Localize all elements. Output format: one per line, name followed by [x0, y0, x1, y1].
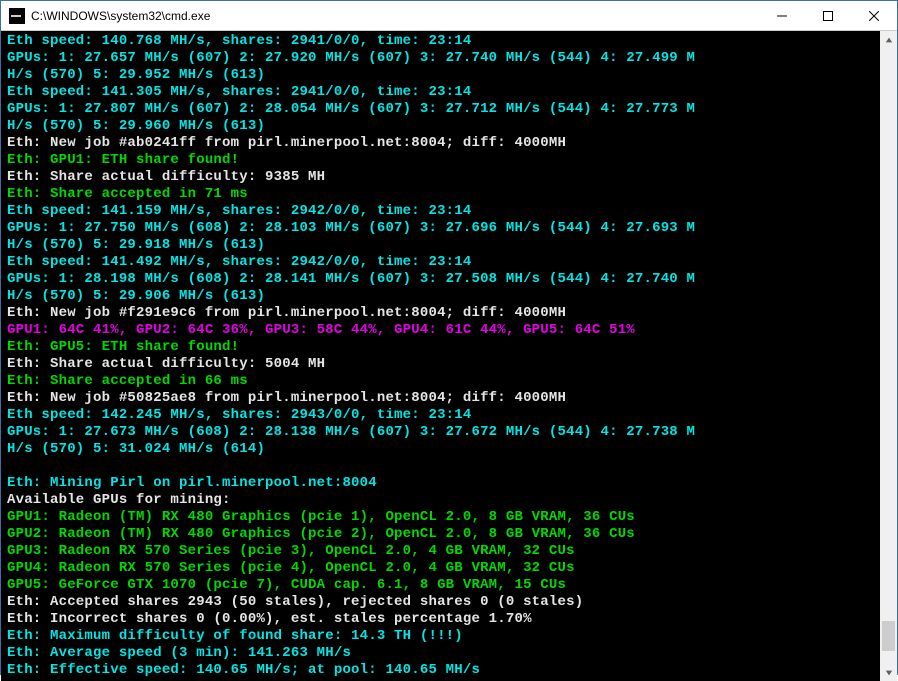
console-line: Eth: New job #f291e9c6 from pirl.minerpo… [7, 305, 874, 322]
console-line: Eth speed: 141.305 MH/s, shares: 2941/0/… [7, 84, 874, 101]
console-line: Eth: Mining Pirl on pirl.minerpool.net:8… [7, 475, 874, 492]
console-line: Eth: Accepted shares 2943 (50 stales), r… [7, 594, 874, 611]
console-line: Eth: GPU1: ETH share found! [7, 152, 874, 169]
console-line: GPUs: 1: 28.198 MH/s (608) 2: 28.141 MH/… [7, 271, 874, 288]
console-line: Eth: Average speed (3 min): 141.263 MH/s [7, 645, 874, 662]
console-line: Eth: Effective speed: 140.65 MH/s; at po… [7, 662, 874, 679]
console-line: GPU4: Radeon RX 570 Series (pcie 4), Ope… [7, 560, 874, 577]
console-line: H/s (570) 5: 29.918 MH/s (613) [7, 237, 874, 254]
vertical-scrollbar[interactable] [880, 31, 897, 681]
console-line: GPU1: 64C 41%, GPU2: 64C 36%, GPU3: 58C … [7, 322, 874, 339]
console-line: Eth: Maximum difficulty of found share: … [7, 628, 874, 645]
console-line [7, 458, 874, 475]
console-line: Eth: New job #ab0241ff from pirl.minerpo… [7, 135, 874, 152]
console-line: Eth speed: 141.159 MH/s, shares: 2942/0/… [7, 203, 874, 220]
console-line: Eth: GPU5: ETH share found! [7, 339, 874, 356]
console-line: GPU5: GeForce GTX 1070 (pcie 7), CUDA ca… [7, 577, 874, 594]
cmd-window: C:\WINDOWS\system32\cmd.exe Eth speed: 1… [0, 0, 898, 675]
console-line: Eth speed: 141.492 MH/s, shares: 2942/0/… [7, 254, 874, 271]
console-line: GPU3: Radeon RX 570 Series (pcie 3), Ope… [7, 543, 874, 560]
console-line: GPU1: Radeon (TM) RX 480 Graphics (pcie … [7, 509, 874, 526]
console-line: H/s (570) 5: 31.024 MH/s (614) [7, 441, 874, 458]
console-output[interactable]: Eth speed: 140.768 MH/s, shares: 2941/0/… [1, 31, 880, 681]
console-line: Eth: Share accepted in 71 ms [7, 186, 874, 203]
console-line: Eth: Incorrect shares 0 (0.00%), est. st… [7, 611, 874, 628]
console-line: Eth: Share accepted in 66 ms [7, 373, 874, 390]
console-line: GPUs: 1: 27.657 MH/s (607) 2: 27.920 MH/… [7, 50, 874, 67]
close-button[interactable] [851, 1, 897, 31]
console-line: GPUs: 1: 27.750 MH/s (608) 2: 28.103 MH/… [7, 220, 874, 237]
console-line: H/s (570) 5: 29.952 MH/s (613) [7, 67, 874, 84]
console-line: Eth speed: 140.768 MH/s, shares: 2941/0/… [7, 33, 874, 50]
maximize-button[interactable] [805, 1, 851, 31]
console-area: Eth speed: 140.768 MH/s, shares: 2941/0/… [1, 31, 897, 681]
titlebar[interactable]: C:\WINDOWS\system32\cmd.exe [1, 1, 897, 31]
console-line: Eth: Share actual difficulty: 5004 MH [7, 356, 874, 373]
minimize-button[interactable] [759, 1, 805, 31]
console-line: GPU2: Radeon (TM) RX 480 Graphics (pcie … [7, 526, 874, 543]
scroll-down-arrow-icon[interactable] [880, 664, 897, 681]
console-line: H/s (570) 5: 29.906 MH/s (613) [7, 288, 874, 305]
scroll-up-arrow-icon[interactable] [880, 31, 897, 48]
cmd-icon [9, 8, 25, 24]
console-line: GPUs: 1: 27.807 MH/s (607) 2: 28.054 MH/… [7, 101, 874, 118]
console-line: GPUs: 1: 27.673 MH/s (608) 2: 28.138 MH/… [7, 424, 874, 441]
window-title: C:\WINDOWS\system32\cmd.exe [31, 9, 210, 23]
console-line: Available GPUs for mining: [7, 492, 874, 509]
console-line: H/s (570) 5: 29.960 MH/s (613) [7, 118, 874, 135]
console-line: Eth: New job #50825ae8 from pirl.minerpo… [7, 390, 874, 407]
console-line: Eth: Share actual difficulty: 9385 MH [7, 169, 874, 186]
scrollbar-thumb[interactable] [882, 621, 895, 651]
console-line: Eth speed: 142.245 MH/s, shares: 2943/0/… [7, 407, 874, 424]
